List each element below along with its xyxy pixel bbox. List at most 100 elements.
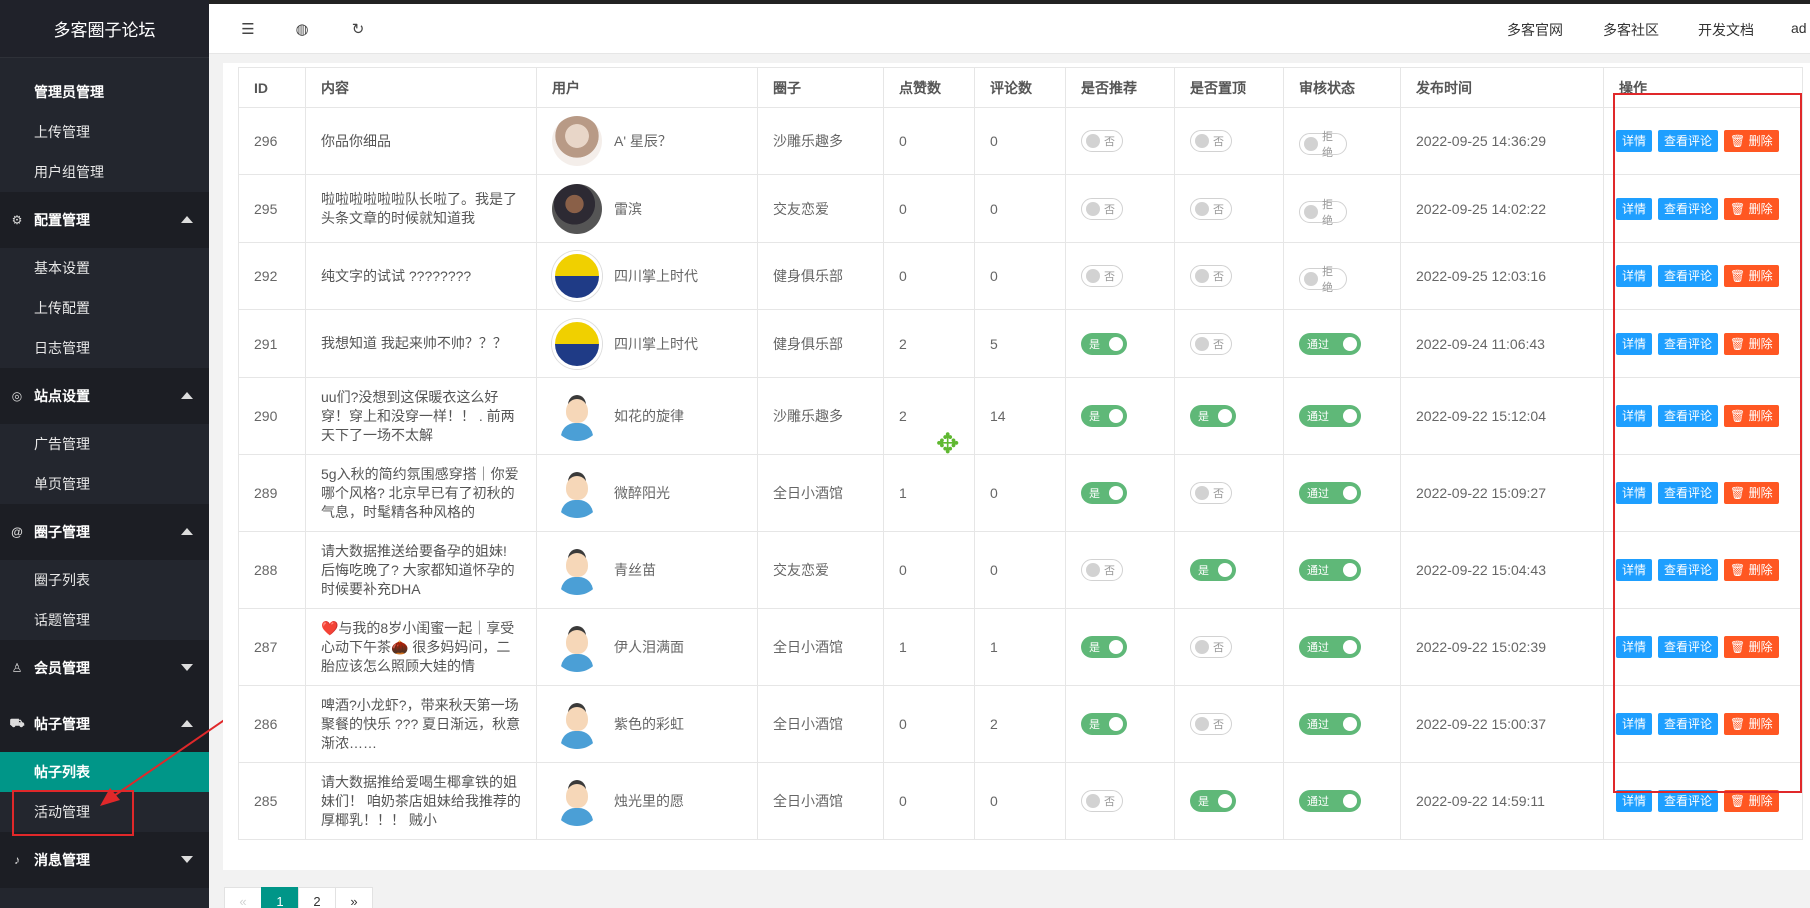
sidebar-item-page[interactable]: 单页管理 <box>0 464 209 504</box>
cell-status: 拒绝 <box>1283 242 1401 310</box>
sidebar-group-config[interactable]: ⚙ 配置管理 <box>0 192 209 248</box>
avatar <box>552 468 602 518</box>
table-row: 295 啦啦啦啦啦啦队长啦了。我是了头条文章的时候就知道我 雷滨 交友恋爱 0 0 否否拒绝… <box>238 174 1803 243</box>
header-link-community[interactable]: 多客社区 <box>1603 20 1659 40</box>
cell-recommend: 是 <box>1065 309 1175 378</box>
recommend-switch[interactable]: 是 <box>1081 332 1127 355</box>
cell-id: 296 <box>238 107 306 175</box>
sidebar-item-usergroup[interactable]: 用户组管理 <box>0 152 209 192</box>
gear-icon: ⚙ <box>11 213 23 227</box>
sidebar-group-site[interactable]: ◎ 站点设置 <box>0 368 209 424</box>
recommend-switch[interactable]: 否 <box>1081 790 1123 812</box>
caret-up-icon <box>181 528 193 535</box>
cell-user: 青丝苗 <box>536 531 758 609</box>
sidebar-group-message[interactable]: ♪ 消息管理 <box>0 832 209 888</box>
top-switch[interactable]: 否 <box>1190 130 1232 152</box>
cell-id: 295 <box>238 174 306 243</box>
main-content: ID 内容 用户 圈子 点赞数 评论数 是否推荐 是否置顶 审核状态 发布时间 … <box>223 63 1810 870</box>
cell-circle: 交友恋爱 <box>757 531 884 609</box>
sidebar-item-topic[interactable]: 话题管理 <box>0 600 209 640</box>
pagination-page-2[interactable]: 2 <box>298 887 336 908</box>
table-row: 285 请大数据推给爱喝生椰拿铁的姐妹们！ 咱奶茶店姐妹给我推荐的厚椰乳！！！ 贼… <box>238 762 1803 840</box>
pagination-page-1[interactable]: 1 <box>261 887 299 908</box>
status-switch[interactable]: 通过 <box>1299 636 1361 658</box>
globe-icon[interactable]: ◍ <box>293 20 311 38</box>
recommend-switch[interactable]: 否 <box>1081 130 1123 152</box>
cell-comments: 2 <box>974 685 1066 763</box>
top-switch[interactable]: 是 <box>1190 405 1236 427</box>
avatar <box>552 251 602 301</box>
recommend-switch[interactable]: 是 <box>1081 482 1127 504</box>
top-switch[interactable]: 否 <box>1190 265 1232 287</box>
sidebar-item-log[interactable]: 日志管理 <box>0 328 209 368</box>
annotation-box-actions <box>1613 93 1802 793</box>
sidebar-group-circle[interactable]: @ 圈子管理 <box>0 504 209 560</box>
top-switch[interactable]: 否 <box>1190 636 1232 658</box>
cell-id: 292 <box>238 242 306 310</box>
recommend-switch[interactable]: 是 <box>1081 713 1127 735</box>
sidebar-item-ads[interactable]: 广告管理 <box>0 424 209 464</box>
sidebar-group-label: 配置管理 <box>34 212 90 228</box>
avatar <box>552 776 602 826</box>
pagination: « 1 2 » <box>224 887 373 908</box>
cell-recommend: 是 <box>1065 685 1175 763</box>
recommend-switch[interactable]: 否 <box>1081 197 1123 220</box>
user-name: 烛光里的愿 <box>614 793 684 809</box>
status-switch[interactable]: 拒绝 <box>1299 131 1347 159</box>
recommend-switch[interactable]: 否 <box>1081 265 1123 287</box>
top-switch[interactable]: 否 <box>1190 713 1232 735</box>
sidebar-group-label: 站点设置 <box>34 388 90 404</box>
cell-top: 否 <box>1174 309 1284 378</box>
top-header: ☰ ◍ ↻ 多客官网 多客社区 开发文档 ad <box>209 0 1810 54</box>
cell-comments: 0 <box>974 174 1066 243</box>
cell-recommend: 否 <box>1065 107 1175 175</box>
sidebar-item-admin[interactable]: 管理员管理 <box>0 72 209 112</box>
avatar <box>552 183 602 234</box>
cell-id: 290 <box>238 377 306 455</box>
status-switch[interactable]: 拒绝 <box>1299 199 1347 227</box>
user-icon: ♙ <box>11 661 23 675</box>
sidebar-item-circle-list[interactable]: 圈子列表 <box>0 560 209 600</box>
status-switch[interactable]: 通过 <box>1299 405 1361 427</box>
sidebar-item-upload-config[interactable]: 上传配置 <box>0 288 209 328</box>
recommend-switch[interactable]: 是 <box>1081 405 1127 427</box>
top-switch[interactable]: 是 <box>1190 790 1236 812</box>
col-header: 是否推荐 <box>1065 67 1175 108</box>
top-switch[interactable]: 否 <box>1190 482 1232 504</box>
cell-likes: 2 <box>883 309 975 378</box>
top-switch[interactable]: 是 <box>1190 559 1236 581</box>
pagination-next[interactable]: » <box>335 887 373 908</box>
delete-button[interactable]: 🗑 删除 <box>1724 790 1779 812</box>
view-comments-button[interactable]: 查看评论 <box>1658 790 1719 812</box>
sidebar-group-label: 消息管理 <box>34 852 90 868</box>
cell-content: 请大数据推送给要备孕的姐妹! 后悔吃晚了? 大家都知道怀孕的时候要补充DHA <box>305 531 537 609</box>
cell-id: 291 <box>238 309 306 378</box>
header-user[interactable]: ad <box>1791 20 1807 36</box>
header-link-official[interactable]: 多客官网 <box>1507 20 1563 40</box>
sidebar-item-basic[interactable]: 基本设置 <box>0 248 209 288</box>
status-switch[interactable]: 通过 <box>1299 790 1361 812</box>
cell-id: 285 <box>238 762 306 840</box>
pagination-prev[interactable]: « <box>224 887 262 908</box>
recommend-switch[interactable]: 否 <box>1081 559 1123 581</box>
status-switch[interactable]: 通过 <box>1299 332 1361 355</box>
cell-id: 288 <box>238 531 306 609</box>
status-switch[interactable]: 通过 <box>1299 713 1361 735</box>
recommend-switch[interactable]: 是 <box>1081 636 1127 658</box>
cell-comments: 0 <box>974 762 1066 840</box>
cell-status: 通过 <box>1283 685 1401 763</box>
refresh-icon[interactable]: ↻ <box>349 20 367 38</box>
top-switch[interactable]: 否 <box>1190 332 1232 355</box>
cell-time: 2022-09-22 15:12:04 <box>1400 377 1604 455</box>
status-switch[interactable]: 通过 <box>1299 559 1361 581</box>
header-link-docs[interactable]: 开发文档 <box>1698 20 1754 40</box>
status-switch[interactable]: 通过 <box>1299 482 1361 504</box>
status-switch[interactable]: 拒绝 <box>1299 266 1347 294</box>
detail-button[interactable]: 详情 <box>1616 790 1653 812</box>
menu-toggle-icon[interactable]: ☰ <box>239 20 257 38</box>
sidebar-item-upload[interactable]: 上传管理 <box>0 112 209 152</box>
top-switch[interactable]: 否 <box>1190 197 1232 220</box>
table-row: 288 请大数据推送给要备孕的姐妹! 后悔吃晚了? 大家都知道怀孕的时候要补充DH… <box>238 531 1803 609</box>
col-header: 内容 <box>305 67 537 108</box>
cell-user: 伊人泪满面 <box>536 608 758 686</box>
